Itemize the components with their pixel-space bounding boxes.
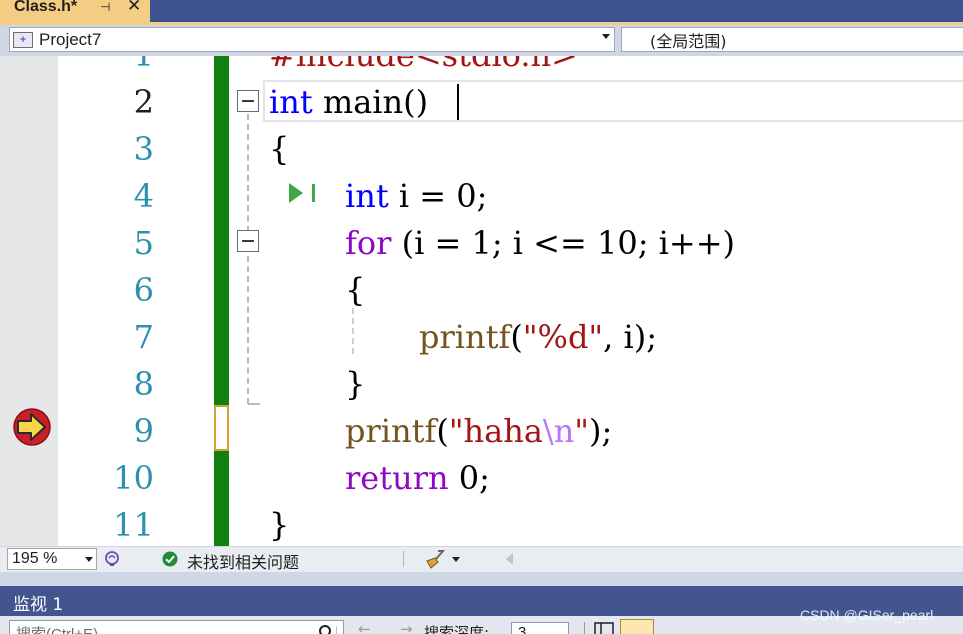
indicator-margin[interactable] <box>0 56 58 546</box>
escape-token: \n <box>542 412 575 450</box>
line-number-gutter: 1 2 3 4 5 6 7 8 9 10 11 <box>58 56 214 546</box>
search-depth-value: 3 <box>518 624 527 634</box>
close-tab-icon[interactable]: ✕ <box>127 0 141 15</box>
run-to-click-icon[interactable] <box>287 181 321 205</box>
code-text: 0; <box>448 459 490 497</box>
code-text: main() <box>312 83 429 121</box>
zoom-level: 195 % <box>12 550 58 567</box>
line-number: 4 <box>133 177 154 215</box>
line-number: 11 <box>113 506 154 544</box>
code-text: ( <box>510 318 523 356</box>
code-line-1: #include<stdio.h> <box>269 56 578 79</box>
chevron-down-icon[interactable] <box>602 34 610 39</box>
line-number: 1 <box>134 56 154 79</box>
chevron-down-icon[interactable] <box>452 557 460 562</box>
search-next-arrow-icon[interactable]: → <box>400 620 413 634</box>
keyword-token: return <box>345 459 449 497</box>
code-text: ( <box>436 412 449 450</box>
change-tracking-bar <box>214 56 229 546</box>
project-dropdown[interactable]: + Project7 <box>9 27 615 52</box>
search-previous-arrow-icon[interactable]: ← <box>358 620 371 634</box>
watermark: CSDN @GISer_pearl <box>800 607 934 623</box>
code-line-5: for (i = 1; i <= 10; i++) <box>345 220 735 267</box>
chevron-down-icon[interactable] <box>85 557 93 562</box>
function-token: printf <box>419 318 511 356</box>
text-caret <box>457 84 459 120</box>
outline-guide <box>247 114 249 404</box>
string-token: "%d" <box>522 318 604 356</box>
search-depth-dropdown[interactable]: 3 <box>511 622 569 634</box>
divider <box>584 622 585 634</box>
project-name: Project7 <box>39 29 102 49</box>
code-text: ); <box>589 412 613 450</box>
search-placeholder: 搜索(Ctrl+E) <box>16 623 98 634</box>
line-number: 8 <box>133 365 154 403</box>
pin-tab-icon[interactable]: ⊣ <box>100 0 110 14</box>
collapse-for-icon[interactable] <box>237 230 259 252</box>
line-number: 3 <box>133 130 154 168</box>
divider <box>403 551 404 567</box>
keyword-token: for <box>345 224 392 262</box>
code-text: (i = 1; i <= 10; i++) <box>391 224 735 262</box>
string-token: " <box>574 412 590 450</box>
code-text: i = 0; <box>388 177 488 215</box>
code-cleanup-broom-icon[interactable] <box>424 549 446 569</box>
navigation-bar: + Project7 (全局范围) <box>0 25 963 56</box>
intellicode-icon[interactable] <box>103 550 121 568</box>
code-line-4: int i = 0; <box>345 173 487 220</box>
line-number: 10 <box>113 459 154 497</box>
scope-name: (全局范围) <box>650 31 727 51</box>
editor-status-strip: 195 % 未找到相关问题 <box>0 546 963 572</box>
outlining-margin <box>229 56 263 546</box>
code-editor[interactable]: 1 2 3 4 5 6 7 8 9 10 11 #include<stdio.h… <box>0 56 963 546</box>
line-number: 7 <box>133 318 154 356</box>
function-token: printf <box>345 412 437 450</box>
watch-search-input[interactable]: 搜索(Ctrl+E) <box>9 620 344 634</box>
code-line-3: { <box>269 130 290 168</box>
project-icon: + <box>13 31 33 48</box>
scope-dropdown[interactable]: (全局范围) <box>621 27 963 52</box>
panel-splitter[interactable] <box>0 572 963 586</box>
code-line-11: } <box>269 506 290 544</box>
tab-class-h[interactable]: Class.h* ⊣ ✕ <box>0 0 150 22</box>
watch-panel-title: 监视 1 <box>13 595 64 615</box>
current-statement-arrow-icon <box>13 408 51 446</box>
change-tracking-saved-mark <box>214 405 229 451</box>
line-number-current: 2 <box>133 83 154 121</box>
tab-title: Class.h* <box>14 0 78 15</box>
document-tab-strip: Class.h* ⊣ ✕ <box>0 0 963 22</box>
collapse-main-icon[interactable] <box>237 90 259 112</box>
line-number: 9 <box>133 412 154 450</box>
code-line-9: printf("haha\n"); <box>345 408 612 455</box>
code-area[interactable]: #include<stdio.h> int main() { int i = 0… <box>263 56 963 546</box>
issues-status-text[interactable]: 未找到相关问题 <box>187 549 299 573</box>
zoom-dropdown[interactable]: 195 % <box>7 548 97 570</box>
code-text: , i); <box>603 318 657 356</box>
column-settings-icon[interactable] <box>594 622 614 634</box>
search-depth-label: 搜索深度: <box>424 624 490 634</box>
code-line-2: int main() <box>269 79 428 126</box>
search-icon[interactable] <box>316 624 332 634</box>
code-line-10: return 0; <box>345 455 490 502</box>
line-number: 6 <box>133 271 154 309</box>
code-line-7: printf("%d", i); <box>419 314 657 361</box>
indent-guide <box>352 308 354 354</box>
outline-guide-end <box>248 403 260 405</box>
code-line-6: { <box>345 271 366 309</box>
code-line-8: } <box>345 365 366 403</box>
pin-source-icon[interactable] <box>620 619 654 634</box>
keyword-token: int <box>269 83 313 121</box>
check-circle-icon <box>162 551 178 567</box>
scroll-left-arrow-icon[interactable] <box>506 553 513 565</box>
search-options-dropdown[interactable] <box>336 626 343 634</box>
string-token: "haha <box>448 412 543 450</box>
keyword-token: int <box>345 177 389 215</box>
line-number: 5 <box>133 224 154 262</box>
